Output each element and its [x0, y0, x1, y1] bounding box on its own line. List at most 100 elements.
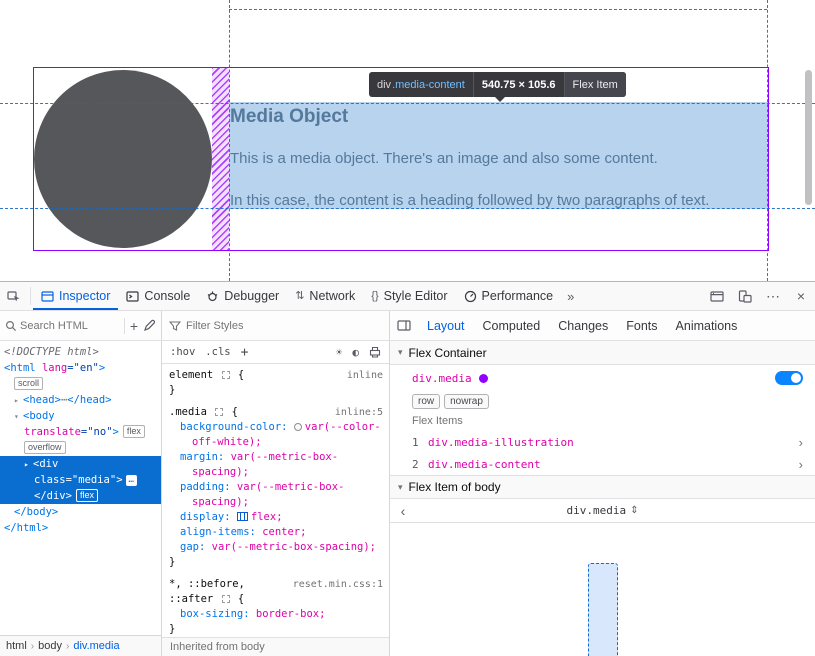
- show-all-nodes-button[interactable]: …: [126, 475, 137, 486]
- breadcrumb-body[interactable]: body: [38, 640, 62, 652]
- expand-arrow-icon[interactable]: ▾: [14, 409, 23, 425]
- overflow-badge[interactable]: overflow: [24, 441, 66, 454]
- breadcrumb-html[interactable]: html: [6, 640, 27, 652]
- markup-line-div-attrs[interactable]: class="media">…: [0, 472, 161, 488]
- tab-debugger[interactable]: Debugger: [198, 282, 287, 310]
- declaration-align-items[interactable]: align-items: center;: [162, 525, 389, 540]
- rule-selector-line[interactable]: element {inline: [162, 368, 389, 383]
- flex-item-row-1[interactable]: 1 div.media-illustration ›: [390, 431, 815, 453]
- flex-item-row-2[interactable]: 2 div.media-content ›: [390, 453, 815, 475]
- page-scrollbar-thumb[interactable]: [805, 70, 812, 205]
- markup-line-html[interactable]: <html lang="en">: [0, 360, 161, 376]
- rule-reset: *, ::before,reset.min.css:1 ::after { bo…: [162, 577, 389, 637]
- markup-panel: <!DOCTYPE html> <html lang="en"> scroll …: [0, 341, 162, 656]
- print-sim-icon[interactable]: [369, 346, 381, 358]
- tab-fonts[interactable]: Fonts: [617, 311, 666, 340]
- declaration-box-sizing[interactable]: box-sizing: border-box;: [162, 607, 389, 622]
- filter-icon: [169, 320, 181, 332]
- scroll-badge[interactable]: scroll: [14, 377, 43, 390]
- declaration-gap[interactable]: gap: var(--metric-box-spacing);: [162, 540, 389, 555]
- flex-item-of-header[interactable]: ▾ Flex Item of body: [390, 475, 815, 499]
- declaration-margin[interactable]: margin: var(--metric-box-spacing);: [162, 450, 389, 480]
- eyedropper-icon[interactable]: [143, 319, 156, 332]
- flexbox-toggle-icon[interactable]: [237, 512, 248, 521]
- flex-overlay-toggle[interactable]: [775, 371, 803, 385]
- class-panel-button[interactable]: .cls: [205, 346, 230, 358]
- chevron-right-icon[interactable]: ›: [799, 435, 803, 450]
- add-rule-button[interactable]: +: [241, 345, 249, 360]
- markup-line-div-close[interactable]: </div>flex: [0, 488, 161, 504]
- tab-performance[interactable]: Performance: [456, 282, 562, 310]
- filter-styles-input[interactable]: [186, 320, 382, 332]
- collapse-arrow-icon[interactable]: ▸: [24, 457, 33, 473]
- markup-line-doctype[interactable]: <!DOCTYPE html>: [0, 344, 161, 360]
- browser-viewport: Media Object This is a media object. The…: [0, 0, 815, 281]
- flex-container-header[interactable]: ▾ Flex Container: [390, 341, 815, 365]
- more-tools-button[interactable]: »: [561, 282, 580, 310]
- collapse-arrow-icon[interactable]: ▸: [14, 393, 23, 409]
- meatball-menu-button[interactable]: ⋯: [759, 282, 787, 310]
- layout-panel: ▾ Flex Container div.media row nowrap Fl…: [390, 341, 815, 656]
- declaration-padding[interactable]: padding: var(--metric-box-spacing);: [162, 480, 389, 510]
- search-input[interactable]: [20, 320, 121, 332]
- tab-changes[interactable]: Changes: [549, 311, 617, 340]
- declaration-background-color[interactable]: background-color: var(--color-off-white)…: [162, 420, 389, 450]
- tab-layout[interactable]: Layout: [418, 311, 474, 340]
- tab-console[interactable]: Console: [118, 282, 198, 310]
- browser-toolbox-button[interactable]: [703, 282, 731, 310]
- light-scheme-sim-icon[interactable]: ☀: [336, 347, 343, 358]
- rules-panel: :hov .cls + ☀ ◐ element {inline } .media…: [162, 341, 390, 656]
- declaration-display[interactable]: display: flex;: [162, 510, 389, 525]
- flex-item-selector[interactable]: div.media ⇕: [416, 504, 789, 517]
- flex-direction-badges: row nowrap: [390, 391, 815, 411]
- node-link-media-content[interactable]: div.media-content: [428, 458, 541, 471]
- rule-source-link[interactable]: inline:5: [335, 405, 383, 420]
- tab-animations[interactable]: Animations: [667, 311, 747, 340]
- subheader-divider: [124, 318, 125, 334]
- markup-line-html-close[interactable]: </html>: [0, 520, 161, 536]
- tab-network[interactable]: ⇅ Network: [287, 282, 363, 310]
- flex-badge-active[interactable]: flex: [76, 489, 98, 502]
- element-picker-button[interactable]: [0, 282, 28, 310]
- rule-selector-line[interactable]: *, ::before,reset.min.css:1: [162, 577, 389, 592]
- toolbar-separator: [30, 287, 31, 305]
- breadcrumb-div-media[interactable]: div.media: [73, 640, 119, 652]
- selector-highlighter-icon[interactable]: [215, 408, 223, 416]
- chevron-right-icon[interactable]: ›: [799, 457, 803, 472]
- close-icon: ×: [797, 288, 805, 304]
- tab-style-editor[interactable]: {} Style Editor: [363, 282, 455, 310]
- markup-line-body-open[interactable]: ▾<body: [0, 408, 161, 424]
- sidebar-toggle-button[interactable]: [390, 311, 418, 340]
- selector-highlighter-icon[interactable]: [222, 595, 230, 603]
- rule-selector-line[interactable]: .media {inline:5: [162, 405, 389, 420]
- responsive-design-button[interactable]: [731, 282, 759, 310]
- selector-highlighter-icon[interactable]: [222, 371, 230, 379]
- rule-close-line: }: [162, 622, 389, 637]
- markup-line-body-attrs[interactable]: translate="no">flex: [0, 424, 161, 440]
- markup-line-overflow-badge: overflow: [0, 440, 161, 456]
- node-link-media-illustration[interactable]: div.media-illustration: [428, 436, 574, 449]
- sidebar-tabs: Layout Computed Changes Fonts Animations: [390, 311, 815, 340]
- color-swatch[interactable]: [294, 423, 302, 431]
- markup-line-body-close[interactable]: </body>: [0, 504, 161, 520]
- firefox-devtools-window: Media Object This is a media object. The…: [0, 0, 815, 656]
- chevron-left-icon[interactable]: ‹: [390, 503, 416, 519]
- tab-inspector[interactable]: Inspector: [33, 282, 118, 310]
- updown-arrows-icon: ⇕: [630, 505, 638, 516]
- flex-badge[interactable]: flex: [123, 425, 145, 438]
- responsive-design-icon: [738, 290, 752, 303]
- markup-line-head[interactable]: ▸<head>⋯</head>: [0, 392, 161, 408]
- node-link-div-media[interactable]: div.media: [412, 372, 472, 385]
- markup-line-scroll-badge: scroll: [0, 376, 161, 392]
- dark-scheme-sim-icon[interactable]: ◐: [352, 347, 359, 358]
- close-devtools-button[interactable]: ×: [787, 282, 815, 310]
- pseudo-class-button[interactable]: :hov: [170, 346, 195, 358]
- rule-selector-line2[interactable]: ::after {: [162, 592, 389, 607]
- infobar-flex-badge: Flex Item: [565, 72, 626, 97]
- overlay-color-swatch[interactable]: [479, 374, 488, 383]
- rule-source-link[interactable]: inline: [347, 368, 383, 383]
- markup-line-div-open[interactable]: ▸<div: [0, 456, 161, 472]
- rule-source-link[interactable]: reset.min.css:1: [293, 577, 383, 592]
- tab-computed[interactable]: Computed: [474, 311, 550, 340]
- add-node-button[interactable]: +: [128, 318, 140, 334]
